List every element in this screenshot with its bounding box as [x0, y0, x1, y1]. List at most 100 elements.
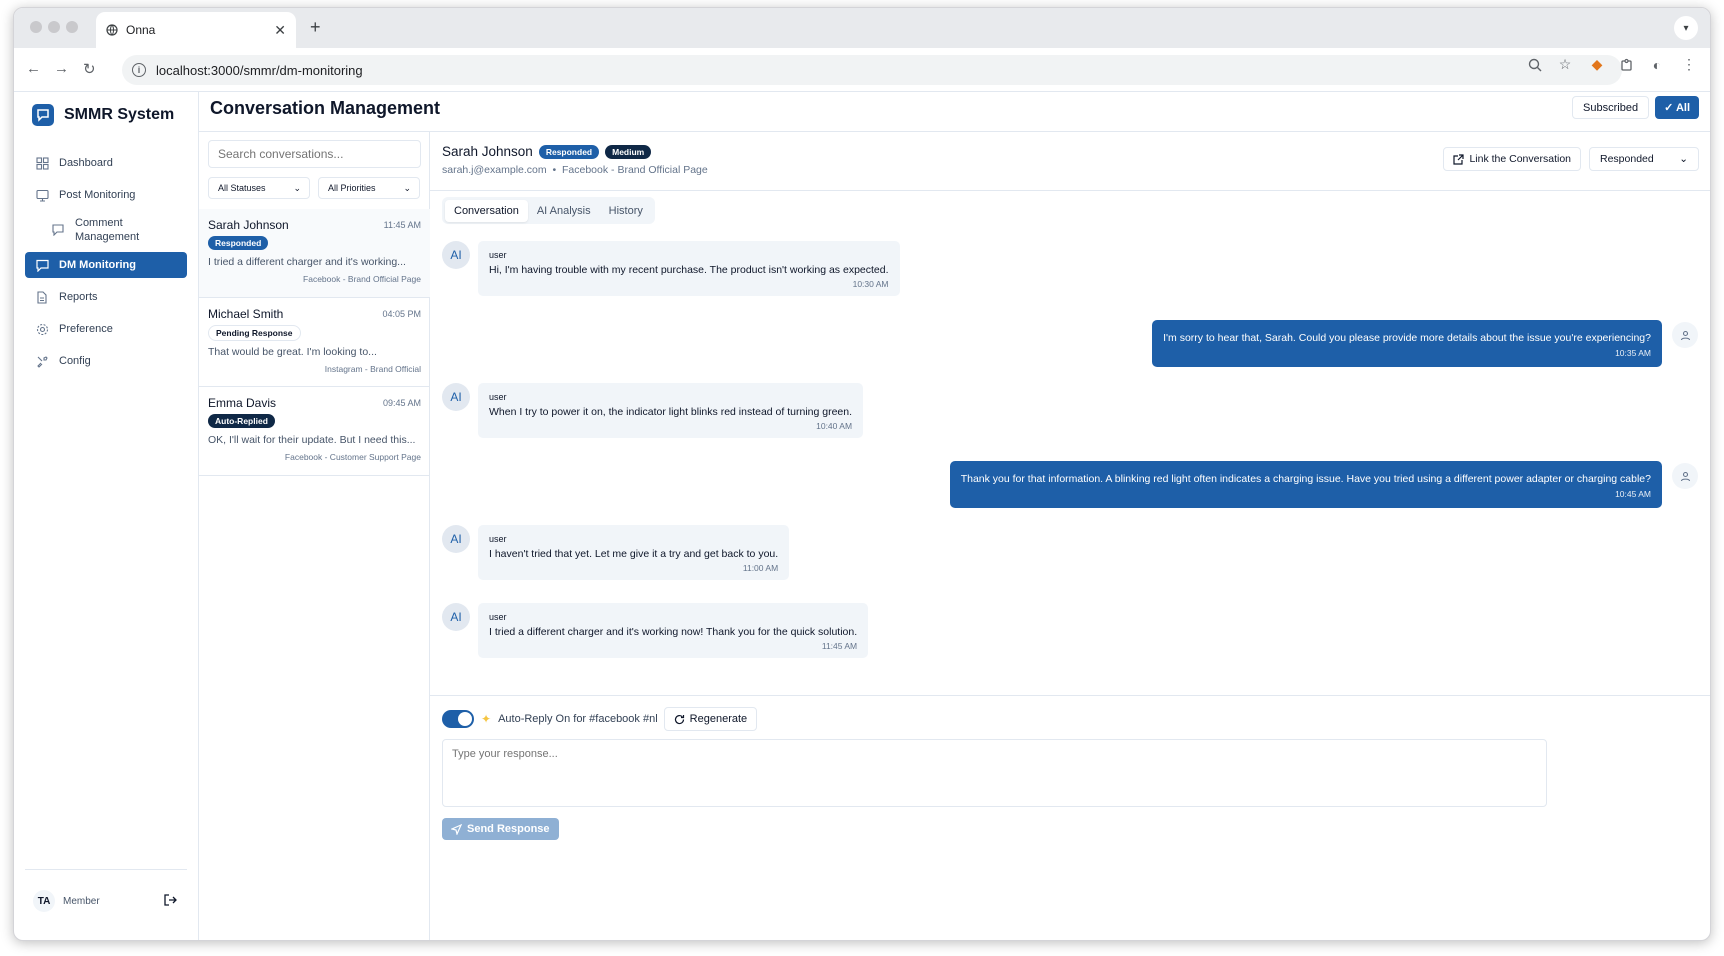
brand-logo-icon — [32, 104, 54, 126]
zoom-icon[interactable] — [1528, 58, 1542, 72]
brand-name: SMMR System — [64, 106, 175, 123]
priority-filter-value: All Priorities — [328, 183, 376, 193]
sidebar-item-label: Reports — [59, 291, 98, 303]
send-response-button[interactable]: Send Response — [442, 818, 559, 840]
gear-icon — [35, 322, 49, 336]
auto-reply-toggle[interactable] — [442, 710, 474, 728]
tab-search-chevron-icon[interactable]: ▾ — [1674, 16, 1698, 40]
toggle-knob — [458, 712, 472, 726]
message-sender: user — [489, 534, 507, 544]
extensions-puzzle-icon[interactable] — [1620, 58, 1634, 72]
all-button[interactable]: ✓ All — [1655, 96, 1699, 119]
list-item[interactable]: Sarah Johnson 11:45 AM Responded I tried… — [199, 209, 430, 298]
dashboard-icon — [35, 156, 49, 170]
list-item[interactable]: Emma Davis 09:45 AM Auto-Replied OK, I'l… — [199, 387, 430, 476]
header-filter-buttons: Subscribed ✓ All — [1572, 96, 1699, 119]
site-info-icon[interactable]: i — [132, 63, 146, 77]
comment-icon — [51, 223, 65, 237]
page-header: Conversation Management Subscribed ✓ All — [199, 92, 1710, 132]
conversation-list-panel: All Statuses ⌄ All Priorities ⌄ Sarah Jo… — [199, 132, 430, 940]
logout-icon[interactable] — [163, 893, 177, 910]
contact-meta: sarah.j@example.com • Facebook - Brand O… — [442, 164, 708, 176]
menu-kebab-icon[interactable]: ⋮ — [1680, 56, 1698, 73]
sidebar-item-comment-management[interactable]: Comment Management — [25, 214, 187, 246]
sidebar-item-label: Preference — [59, 323, 113, 335]
regenerate-button[interactable]: Regenerate — [663, 707, 758, 731]
sidebar-item-preference[interactable]: Preference — [25, 316, 187, 342]
address-bar[interactable]: i localhost:3000/smmr/dm-monitoring — [122, 55, 1622, 85]
list-item[interactable]: Michael Smith 04:05 PM Pending Response … — [199, 298, 430, 387]
sidebar-item-reports[interactable]: Reports — [25, 284, 187, 310]
conversation-source: Facebook - Brand Official Page — [303, 274, 421, 284]
new-tab-button[interactable]: + — [310, 17, 321, 38]
chevron-down-icon: ⌄ — [293, 182, 301, 193]
sidebar-item-label: DM Monitoring — [59, 259, 136, 271]
conversation-list: Sarah Johnson 11:45 AM Responded I tried… — [199, 209, 430, 476]
browser-toolbar: ← → ↻ i localhost:3000/smmr/dm-monitorin… — [14, 48, 1710, 92]
sidebar-item-label: Post Monitoring — [59, 189, 136, 201]
sidebar-item-dm-monitoring[interactable]: DM Monitoring — [25, 252, 187, 278]
forward-icon[interactable]: → — [54, 60, 69, 77]
sidebar-item-post-monitoring[interactable]: Post Monitoring — [25, 182, 187, 208]
search-input[interactable] — [208, 140, 421, 168]
priority-badge: Medium — [605, 144, 652, 159]
tab-conversation[interactable]: Conversation — [445, 199, 528, 222]
config-icon — [35, 354, 49, 368]
chevron-down-icon: ⌄ — [403, 182, 411, 193]
user-message: user When I try to power it on, the indi… — [478, 383, 864, 438]
metamask-extension-icon[interactable]: ◆ — [1588, 56, 1606, 73]
contact-source: Facebook - Brand Official Page — [562, 164, 708, 176]
contact-header: Sarah Johnson Responded Medium — [442, 144, 652, 159]
bookmark-star-icon[interactable]: ☆ — [1556, 56, 1574, 73]
close-window-dot[interactable] — [30, 21, 42, 33]
chevron-down-icon: ⌄ — [1679, 153, 1688, 165]
conversation-preview: That would be great. I'm looking to... — [208, 346, 377, 358]
detail-tabs: Conversation AI Analysis History — [442, 197, 655, 224]
close-tab-icon[interactable]: ✕ — [274, 22, 286, 39]
conversation-time: 04:05 PM — [382, 309, 421, 319]
sidebar-footer: TA Member — [25, 869, 187, 912]
sidebar-item-config[interactable]: Config — [25, 348, 187, 374]
minimize-window-dot[interactable] — [48, 21, 60, 33]
status-badge: Responded — [208, 236, 269, 250]
agent-message: Thank you for that information. A blinki… — [949, 461, 1662, 508]
auto-reply-label: Auto-Reply On for #facebook #nl — [498, 713, 658, 725]
conversation-source: Facebook - Customer Support Page — [284, 452, 421, 462]
avatar: AI — [442, 525, 470, 553]
back-icon[interactable]: ← — [26, 60, 41, 77]
response-textarea[interactable] — [442, 739, 1547, 807]
response-composer: ✦ Auto-Reply On for #facebook #nl Regene… — [430, 695, 1710, 940]
reload-icon[interactable]: ↻ — [83, 60, 96, 78]
maximize-window-dot[interactable] — [66, 21, 78, 33]
avatar[interactable]: TA — [33, 890, 55, 912]
monitor-icon — [35, 188, 49, 202]
message-sender: user — [489, 250, 507, 260]
agent-user-icon — [1672, 322, 1698, 348]
priority-filter-select[interactable]: All Priorities ⌄ — [318, 177, 420, 199]
message-text: Thank you for that information. A blinki… — [960, 473, 1651, 485]
send-icon — [451, 823, 462, 835]
url-text[interactable]: localhost:3000/smmr/dm-monitoring — [156, 63, 363, 78]
browser-window: Onna ✕ + ▾ ← → ↻ i localhost:3000/smmr/d… — [13, 7, 1711, 941]
subscribed-button[interactable]: Subscribed — [1572, 96, 1650, 119]
link-conversation-button[interactable]: Link the Conversation — [1443, 147, 1581, 171]
message-icon — [35, 258, 49, 272]
tab-history[interactable]: History — [600, 200, 652, 222]
sidebar-nav: Dashboard Post Monitoring Comment Manage… — [25, 150, 187, 380]
sidebar-item-label: Comment Management — [75, 217, 140, 243]
tab-ai-analysis[interactable]: AI Analysis — [528, 200, 600, 222]
message-text: Hi, I'm having trouble with my recent pu… — [489, 264, 889, 276]
refresh-icon — [674, 714, 684, 724]
filters: All Statuses ⌄ All Priorities ⌄ — [208, 177, 420, 199]
message-time: 10:30 AM — [852, 279, 889, 289]
browser-tab[interactable]: Onna ✕ — [96, 12, 296, 48]
message-thread: AI user Hi, I'm having trouble with my r… — [430, 232, 1710, 690]
message-sender: user — [489, 392, 507, 402]
status-select[interactable]: Responded ⌄ — [1589, 147, 1699, 171]
toolbar-actions: ☆ ◆ ◐ ⋮ — [1528, 56, 1698, 73]
sidebar-item-dashboard[interactable]: Dashboard — [25, 150, 187, 176]
user-message: user Hi, I'm having trouble with my rece… — [478, 241, 900, 296]
status-filter-select[interactable]: All Statuses ⌄ — [208, 177, 310, 199]
tab-bar: Onna ✕ + ▾ — [14, 8, 1710, 48]
profile-icon[interactable]: ◐ — [1648, 57, 1666, 73]
